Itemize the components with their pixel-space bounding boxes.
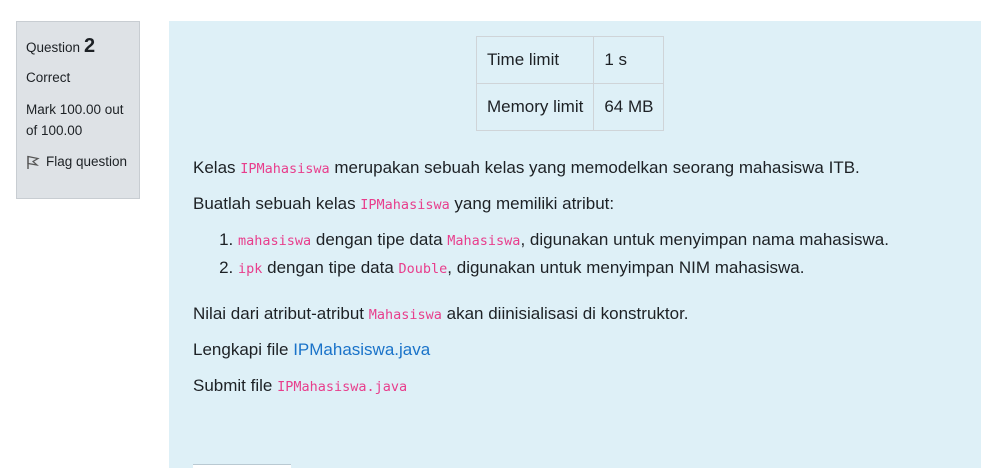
text: Buatlah sebuah kelas — [193, 194, 361, 213]
text: Lengkapi file — [193, 340, 294, 359]
text: , digunakan untuk menyimpan nama mahasis… — [520, 230, 889, 249]
memory-limit-value: 64 MB — [593, 83, 665, 131]
attribute-code: mahasiswa — [238, 233, 312, 249]
text: Submit file — [193, 376, 278, 395]
text: yang memiliki atribut: — [449, 194, 615, 213]
paragraph-intro: Kelas IPMahasiswa merupakan sebuah kelas… — [193, 154, 963, 190]
class-name-code: IPMahasiswa — [240, 161, 330, 177]
question-content: Time limit 1 s Memory limit 64 MB Kelas … — [169, 21, 981, 468]
file-link[interactable]: IPMahasiswa.java — [293, 340, 430, 359]
paragraph-submit: Submit file IPMahasiswa.java — [193, 372, 963, 408]
table-row: Memory limit 64 MB — [475, 83, 665, 131]
text: dengan tipe data — [311, 230, 448, 249]
question-number: Question 2 — [26, 31, 130, 62]
question-grade: Mark 100.00 out of 100.00 — [26, 101, 124, 138]
time-limit-label: Time limit — [475, 36, 595, 84]
flag-question-button[interactable]: Flag question — [26, 152, 130, 177]
question-state: Correct — [26, 70, 71, 85]
text: merupakan sebuah kelas yang memodelkan s… — [329, 158, 860, 177]
flag-label: Flag question — [46, 153, 128, 169]
attribute-list: mahasiswa dengan tipe data Mahasiswa, di… — [193, 226, 963, 300]
class-name-code: IPMahasiswa — [360, 197, 450, 213]
memory-limit-label: Memory limit — [475, 83, 595, 131]
text: Kelas — [193, 158, 241, 177]
question-info-panel: Question 2 Correct Mark 100.00 out of 10… — [16, 21, 140, 199]
limits-table: Time limit 1 s Memory limit 64 MB — [475, 36, 665, 131]
table-row: Time limit 1 s — [475, 36, 665, 84]
type-code: Mahasiswa — [447, 233, 521, 249]
flag-icon — [26, 152, 40, 177]
text: dengan tipe data — [262, 258, 399, 277]
list-item: mahasiswa dengan tipe data Mahasiswa, di… — [238, 226, 963, 254]
text: , digunakan untuk menyimpan NIM mahasisw… — [447, 258, 805, 277]
file-name-code: IPMahasiswa.java — [277, 379, 408, 395]
paragraph-init: Nilai dari atribut-atribut Mahasiswa aka… — [193, 300, 963, 336]
paragraph-complete: Lengkapi file IPMahasiswa.java — [193, 336, 963, 372]
partial-button[interactable] — [193, 464, 291, 473]
text: akan diinisialisasi di konstruktor. — [441, 304, 689, 323]
attribute-code: ipk — [238, 261, 263, 277]
question-text: Kelas IPMahasiswa merupakan sebuah kelas… — [193, 154, 963, 408]
time-limit-value: 1 s — [593, 36, 665, 84]
paragraph-instruction: Buatlah sebuah kelas IPMahasiswa yang me… — [193, 190, 963, 226]
question-label: Question — [26, 40, 81, 55]
question-number-value: 2 — [84, 35, 96, 57]
text: Nilai dari atribut-atribut — [193, 304, 369, 323]
type-code: Double — [398, 261, 448, 277]
list-item: ipk dengan tipe data Double, digunakan u… — [238, 254, 963, 282]
class-name-code: Mahasiswa — [368, 307, 442, 323]
